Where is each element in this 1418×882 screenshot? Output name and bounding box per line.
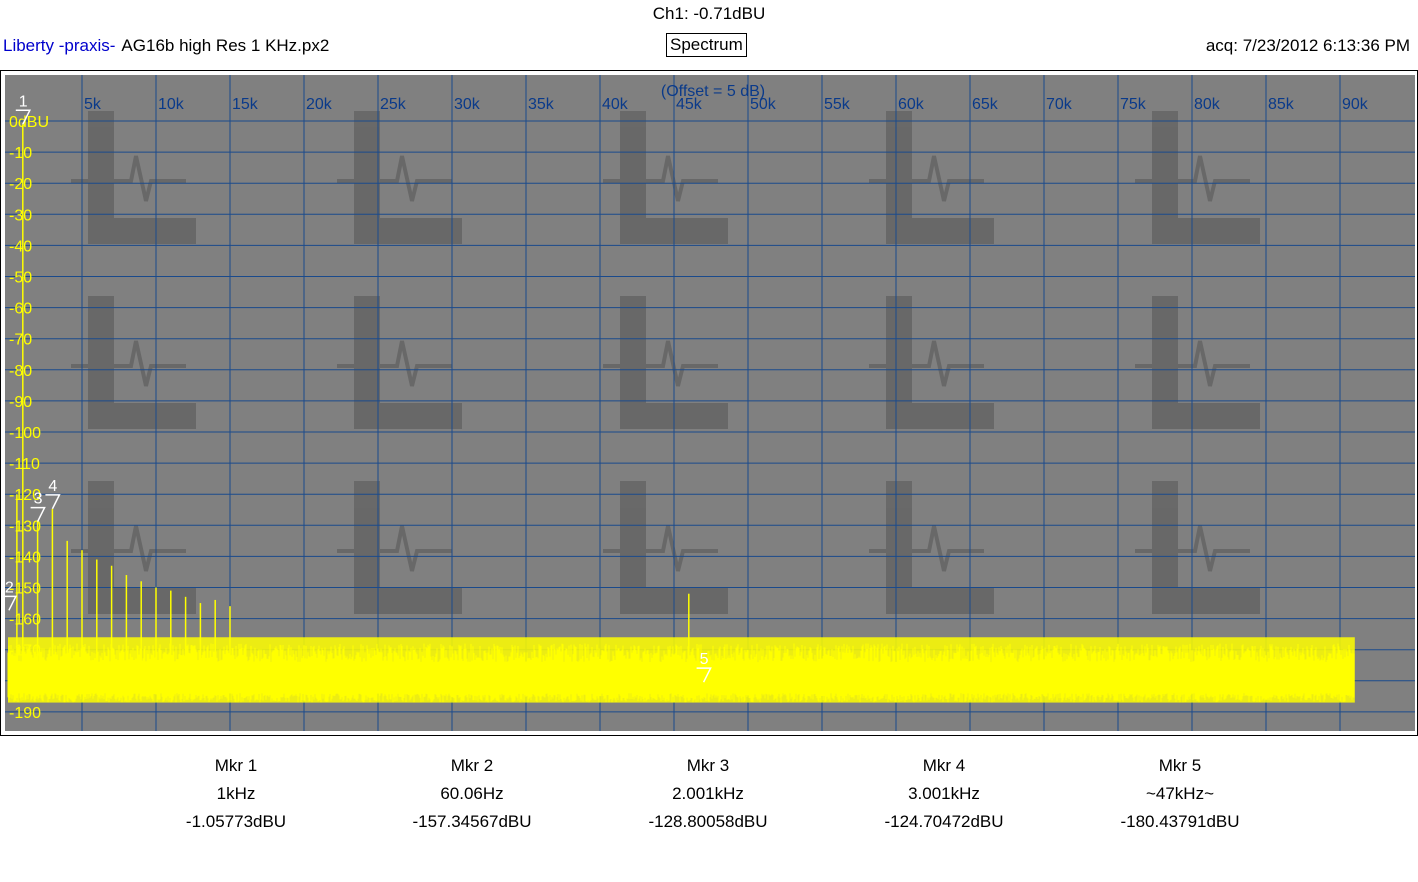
- y-tick-label: -70: [9, 332, 32, 349]
- x-tick-label: 70k: [1046, 96, 1073, 113]
- marker-number: 4: [48, 478, 57, 495]
- spectrum-view-button[interactable]: Spectrum: [666, 33, 747, 57]
- marker-readout: Mkr 3 2.001kHz -128.80058dBU: [623, 752, 793, 836]
- acquisition-timestamp: acq: 7/23/2012 6:13:36 PM: [1205, 36, 1410, 55]
- x-tick-label: 35k: [528, 96, 555, 113]
- y-tick-label: -150: [9, 581, 41, 598]
- x-tick-label: 25k: [380, 96, 407, 113]
- x-tick-label: 85k: [1268, 96, 1295, 113]
- marker-number: 2: [5, 579, 14, 596]
- x-tick-label: 65k: [972, 96, 999, 113]
- marker-name: Mkr 1: [214, 756, 258, 775]
- y-tick-label: -130: [9, 518, 41, 535]
- y-tick-label: -190: [9, 705, 41, 722]
- marker-name: Mkr 4: [922, 756, 966, 775]
- x-tick-label: 5k: [84, 96, 102, 113]
- y-tick-label: -100: [9, 425, 41, 442]
- spectrum-plot-frame[interactable]: 5k 10k 15k 20k 25k 30k 35k 40k 45k 50k 55k 60k 65k 70…: [0, 70, 1418, 736]
- marker-name: Mkr 2: [450, 756, 494, 775]
- marker-readout: Mkr 2 60.06Hz -157.34567dBU: [387, 752, 557, 836]
- app-name: Liberty -praxis-: [3, 36, 116, 55]
- y-tick-label: -170: [9, 643, 41, 660]
- marker-frequency: 1kHz: [216, 784, 256, 803]
- y-tick-label: -140: [9, 549, 41, 566]
- y-tick-label: -110: [9, 456, 40, 473]
- spectrum-plot[interactable]: 5k 10k 15k 20k 25k 30k 35k 40k 45k 50k 55k 60k 65k 70…: [1, 71, 1417, 735]
- y-tick-label: -160: [9, 612, 41, 629]
- marker-frequency: 3.001kHz: [908, 784, 980, 803]
- x-tick-label: 55k: [824, 96, 851, 113]
- marker-level: -157.34567dBU: [412, 812, 532, 831]
- marker-name: Mkr 5: [1158, 756, 1202, 775]
- file-name: AG16b high Res 1 KHz.px2: [121, 36, 330, 55]
- y-tick-label: -40: [9, 238, 32, 255]
- x-tick-label: 20k: [306, 96, 333, 113]
- x-tick-label: 10k: [158, 96, 185, 113]
- marker-number: 5: [700, 651, 709, 668]
- x-tick-label: 40k: [602, 96, 629, 113]
- x-tick-label: 75k: [1120, 96, 1147, 113]
- y-tick-label: 0dBU: [9, 114, 49, 131]
- y-tick-label: -10: [9, 145, 32, 162]
- y-tick-label: -180: [9, 674, 41, 691]
- marker-level: -180.43791dBU: [1120, 812, 1240, 831]
- y-tick-label: -20: [9, 176, 32, 193]
- marker-readout: Mkr 1 1kHz -1.05773dBU: [151, 752, 321, 836]
- y-tick-label: -90: [9, 394, 32, 411]
- channel-readout: Ch1: -0.71dBU: [652, 4, 766, 23]
- marker-number: 1: [19, 93, 28, 110]
- x-tick-label: 15k: [232, 96, 259, 113]
- marker-level: -128.80058dBU: [648, 812, 768, 831]
- marker-frequency: 2.001kHz: [672, 784, 744, 803]
- marker-name: Mkr 3: [686, 756, 730, 775]
- marker-number: 3: [34, 491, 43, 508]
- y-tick-label: -60: [9, 301, 32, 318]
- spectrum-trace: [7, 643, 1355, 703]
- y-tick-label: -80: [9, 363, 32, 380]
- x-tick-label: 60k: [898, 96, 925, 113]
- y-tick-label: -30: [9, 207, 32, 224]
- marker-frequency: 60.06Hz: [440, 784, 504, 803]
- marker-level: -1.05773dBU: [185, 812, 287, 831]
- marker-readout: Mkr 4 3.001kHz -124.70472dBU: [859, 752, 1029, 836]
- x-tick-label: 30k: [454, 96, 481, 113]
- marker-readout: Mkr 5 ~47kHz~ -180.43791dBU: [1095, 752, 1265, 836]
- marker-frequency: ~47kHz~: [1145, 784, 1215, 803]
- offset-label: (Offset = 5 dB): [661, 83, 765, 100]
- x-tick-label: 80k: [1194, 96, 1221, 113]
- y-tick-label: -50: [9, 270, 32, 287]
- file-info: Liberty -praxis- AG16b high Res 1 KHz.px2: [3, 36, 329, 56]
- marker-level: -124.70472dBU: [884, 812, 1004, 831]
- x-tick-label: 90k: [1342, 96, 1369, 113]
